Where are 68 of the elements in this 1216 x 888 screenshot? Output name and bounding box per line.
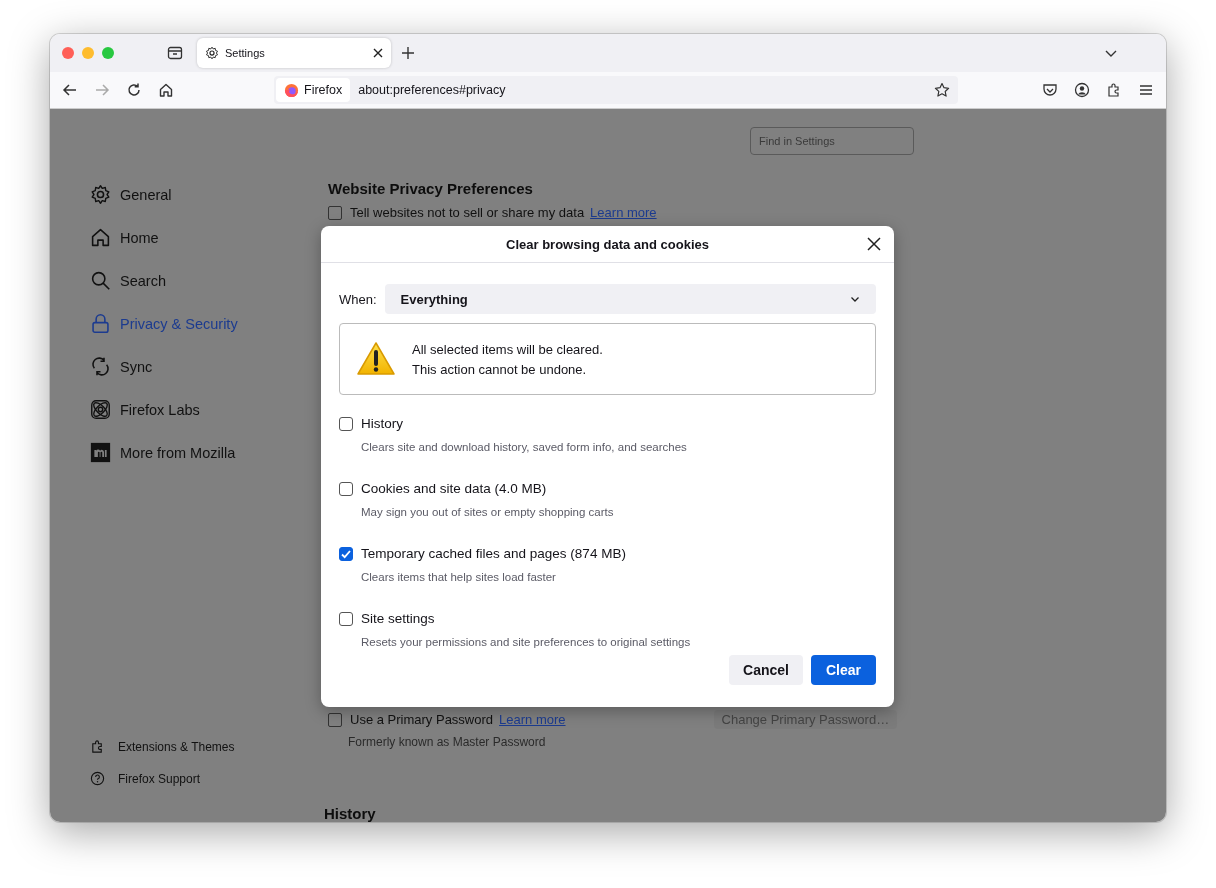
warning-icon xyxy=(356,341,396,377)
sidebar-item[interactable]: General xyxy=(90,182,328,207)
gear-icon xyxy=(205,46,219,60)
atom-icon xyxy=(90,399,111,420)
time-range-dropdown[interactable]: Everything xyxy=(384,284,876,314)
gear-icon xyxy=(90,184,111,205)
checkbox-label: Temporary cached files and pages (874 MB) xyxy=(361,546,626,561)
address-bar[interactable]: Firefox about:preferences#privacy xyxy=(274,76,958,104)
home-icon[interactable] xyxy=(158,82,174,98)
checkbox-label: Site settings xyxy=(361,611,435,626)
browser-tab[interactable]: Settings xyxy=(197,38,391,68)
sidebar-item[interactable]: More from Mozilla xyxy=(90,440,328,465)
help-icon xyxy=(90,771,105,786)
option-description: May sign you out of sites or empty shopping carts xyxy=(361,506,615,518)
back-icon[interactable] xyxy=(62,82,78,98)
account-icon[interactable] xyxy=(1074,82,1090,98)
close-icon[interactable] xyxy=(373,48,383,58)
checkbox-label: History xyxy=(361,416,403,431)
cancel-button[interactable]: Cancel xyxy=(729,655,803,685)
option-description: Clears site and download history, saved form info, and searches xyxy=(361,441,688,453)
star-icon[interactable] xyxy=(934,82,950,98)
checkbox-label: Cookies and site data (4.0 MB) xyxy=(361,481,547,496)
sidebar-item[interactable]: Firefox Labs xyxy=(90,397,328,422)
new-tab-icon[interactable] xyxy=(401,46,415,60)
home-icon xyxy=(90,227,111,248)
tray-icon[interactable] xyxy=(167,45,183,61)
puzzle-icon xyxy=(90,739,105,754)
section-heading: History xyxy=(324,805,377,822)
checkbox[interactable] xyxy=(328,205,342,220)
search-icon xyxy=(90,270,111,291)
menu-icon[interactable] xyxy=(1138,82,1154,98)
checkbox[interactable] xyxy=(328,712,342,727)
option-description: Clears items that help sites load faster xyxy=(361,571,557,583)
when-label: When: xyxy=(339,291,377,307)
checkbox[interactable] xyxy=(339,416,353,431)
browser-logo-icon xyxy=(284,82,299,98)
pocket-icon[interactable] xyxy=(1042,82,1058,98)
sidebar-item[interactable]: Sync xyxy=(90,354,328,379)
warning-text: This action cannot be undone. xyxy=(412,361,588,377)
identity-badge[interactable]: Firefox xyxy=(276,78,351,102)
learn-more-link[interactable]: Learn more xyxy=(499,712,566,727)
warning-text: All selected items will be cleared. xyxy=(412,341,603,357)
clear-button[interactable]: Clear xyxy=(810,655,876,685)
sidebar-item[interactable]: Home xyxy=(90,225,328,250)
checkbox[interactable] xyxy=(339,481,353,496)
url-text: about:preferences#privacy xyxy=(358,83,506,97)
mozilla-logo-icon xyxy=(90,442,111,463)
learn-more-link[interactable]: Learn more xyxy=(590,205,657,220)
checkbox-label: Use a Primary Password xyxy=(350,712,494,727)
checkbox[interactable] xyxy=(339,546,353,561)
close-icon[interactable] xyxy=(867,237,881,251)
checkbox[interactable] xyxy=(339,611,353,626)
search-field[interactable]: Find in Settings xyxy=(750,127,914,155)
option-description: Resets your permissions and site preferences to original settings xyxy=(361,636,692,648)
option-hint: Formerly known as Master Password xyxy=(347,735,547,749)
checkbox-label: Tell websites not to sell or share my data xyxy=(350,205,585,220)
close-window-button[interactable] xyxy=(62,47,74,59)
chevron-down-icon xyxy=(850,294,860,304)
section-heading: Website Privacy Preferences xyxy=(328,180,534,197)
sync-icon xyxy=(90,356,111,377)
reload-icon[interactable] xyxy=(126,82,142,98)
sidebar-link[interactable]: Firefox Support xyxy=(90,771,328,786)
sidebar-link[interactable]: Extensions & Themes xyxy=(90,739,328,754)
sidebar-item[interactable]: Search xyxy=(90,268,328,293)
lock-icon xyxy=(90,313,111,334)
puzzle-icon[interactable] xyxy=(1106,82,1122,98)
sidebar-item[interactable]: Privacy & Security xyxy=(90,311,328,336)
dialog-title: Clear browsing data and cookies xyxy=(506,236,709,252)
